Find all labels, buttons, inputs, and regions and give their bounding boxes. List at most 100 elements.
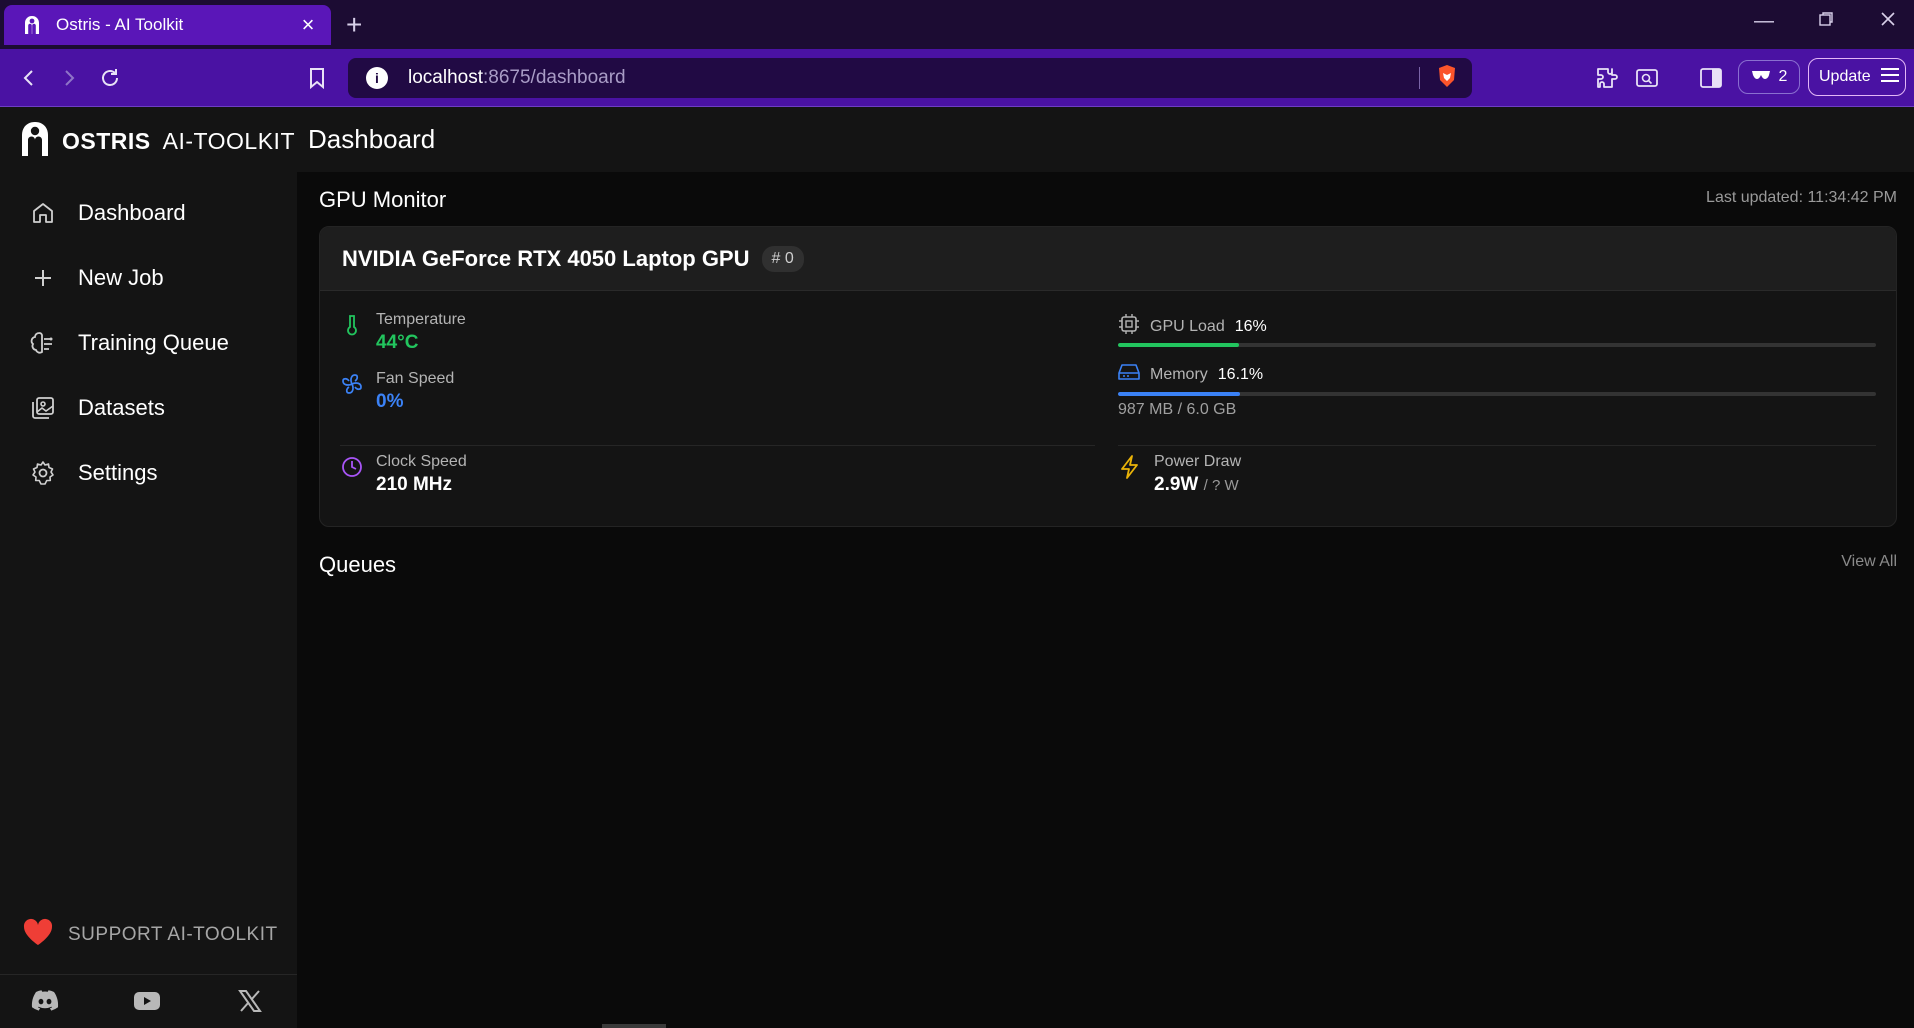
gpu-monitor-title: GPU Monitor [319,187,447,212]
sidebar: Dashboard New Job Training Queue Dataset… [0,172,297,1028]
divider [340,445,1095,446]
sidebar-toggle-icon[interactable] [1694,61,1728,95]
forward-icon[interactable] [52,61,86,95]
memory-row: Memory 16.1% [1118,362,1263,387]
support-link[interactable]: SUPPORT AI-TOOLKIT [22,918,278,952]
tab-close-icon[interactable]: × [297,12,319,38]
clock-speed-metric: Clock Speed 210 MHz [340,453,467,496]
menu-icon [1879,66,1901,89]
sidebar-item-label: Datasets [78,395,165,420]
restore-icon[interactable] [1806,10,1846,33]
horizontal-scrollbar[interactable] [602,1024,666,1028]
new-tab-icon[interactable]: + [346,9,362,41]
heart-icon [22,918,54,952]
reload-icon[interactable] [93,61,127,95]
sidebar-item-label: Settings [78,460,158,485]
memory-bar-fill [1118,392,1241,396]
ostris-logo-icon [20,121,50,162]
power-draw-metric: Power Draw 2.9W / ? W [1118,453,1241,496]
sidebar-item-dashboard[interactable]: Dashboard [30,193,186,233]
extensions-icon[interactable] [1590,61,1624,95]
memory-value: 16.1% [1217,365,1264,383]
brand-name: OSTRIS [62,128,151,154]
gear-icon [30,460,56,486]
x-twitter-icon[interactable] [234,985,266,1017]
hard-drive-icon [1118,362,1140,387]
app-header: OSTRIS AI-TOOLKIT Dashboard [0,107,1914,172]
browser-tab[interactable]: Ostris - AI Toolkit × [4,5,331,45]
gpu-load-row: GPU Load 16% [1118,313,1267,340]
discord-icon[interactable] [29,985,61,1017]
fan-speed-value: 0% [376,391,404,412]
clock-speed-value: 210 MHz [376,474,453,495]
back-icon[interactable] [12,61,46,95]
gpu-card: NVIDIA GeForce RTX 4050 Laptop GPU # 0 T… [319,226,1897,527]
sidebar-item-datasets[interactable]: Datasets [30,388,165,428]
browser-toolbar: i localhost :8675/dashboard 2 Update [0,49,1914,107]
sidebar-item-label: Dashboard [78,200,186,225]
tab-title: Ostris - AI Toolkit [56,15,184,34]
url-path: :8675/dashboard [483,67,626,88]
youtube-icon[interactable] [131,985,163,1017]
memory-bar [1118,392,1876,396]
cpu-chip-icon [1118,313,1140,340]
rewards-button[interactable]: 2 [1738,60,1800,94]
address-divider [1419,67,1420,89]
social-links [0,974,297,1028]
ostris-favicon-icon [22,15,42,35]
images-icon [30,395,56,421]
temperature-label: Temperature [376,311,466,328]
minimize-icon[interactable]: — [1744,10,1784,33]
fan-icon [340,372,364,396]
support-label: SUPPORT AI-TOOLKIT [68,924,278,945]
gpu-load-bar [1118,343,1876,347]
queues-title: Queues [319,552,397,577]
temperature-metric: Temperature 44°C [340,311,466,354]
plus-icon [30,265,56,291]
clock-speed-label: Clock Speed [376,453,467,470]
clock-icon [340,455,364,479]
last-updated: Last updated: 11:34:42 PM [1706,189,1897,206]
sidebar-item-training-queue[interactable]: Training Queue [30,323,229,363]
brave-shield-icon[interactable] [1436,64,1458,93]
update-label: Update [1819,68,1871,85]
gpu-index-badge: # 0 [761,245,804,272]
bookmark-icon[interactable] [300,61,334,95]
sidebar-item-new-job[interactable]: New Job [30,258,164,298]
temperature-value: 44°C [376,332,419,353]
close-window-icon[interactable] [1868,10,1908,33]
lightning-icon [1118,455,1142,479]
sidebar-item-settings[interactable]: Settings [30,453,158,493]
gpu-load-label: GPU Load [1150,317,1225,335]
divider [1118,445,1876,446]
screenshot-search-icon[interactable] [1630,61,1664,95]
power-draw-limit: / ? W [1203,477,1239,494]
gpu-name: NVIDIA GeForce RTX 4050 Laptop GPU [342,245,750,271]
page-title: Dashboard [308,124,436,154]
memory-label: Memory [1150,365,1208,383]
brain-icon [30,330,56,356]
power-draw-label: Power Draw [1154,453,1242,470]
fan-speed-metric: Fan Speed 0% [340,370,454,413]
extension-count: 2 [1778,68,1788,85]
glasses-icon [1751,68,1771,86]
gpu-load-value: 16% [1234,317,1267,335]
gpu-card-header: NVIDIA GeForce RTX 4050 Laptop GPU # 0 [320,227,1896,291]
update-button[interactable]: Update [1808,58,1906,96]
brand-subname: AI-TOOLKIT [162,128,296,154]
brand-logo[interactable]: OSTRIS AI-TOOLKIT [20,121,295,162]
site-info-icon[interactable]: i [366,67,388,89]
thermometer-icon [340,313,364,337]
main-content: GPU Monitor Last updated: 11:34:42 PM NV… [297,172,1914,1028]
address-bar[interactable]: i localhost :8675/dashboard [348,58,1472,98]
gpu-load-bar-fill [1118,343,1240,347]
memory-detail: 987 MB / 6.0 GB [1118,401,1237,418]
fan-speed-label: Fan Speed [376,370,455,387]
view-all-link[interactable]: View All [1841,553,1897,571]
browser-tab-bar: Ostris - AI Toolkit × + — [0,0,1914,49]
url-host: localhost [408,67,483,88]
sidebar-item-label: New Job [78,265,164,290]
home-icon [30,200,56,226]
app-root: OSTRIS AI-TOOLKIT Dashboard Dashboard Ne… [0,107,1914,1028]
power-draw-value: 2.9W [1154,474,1199,495]
